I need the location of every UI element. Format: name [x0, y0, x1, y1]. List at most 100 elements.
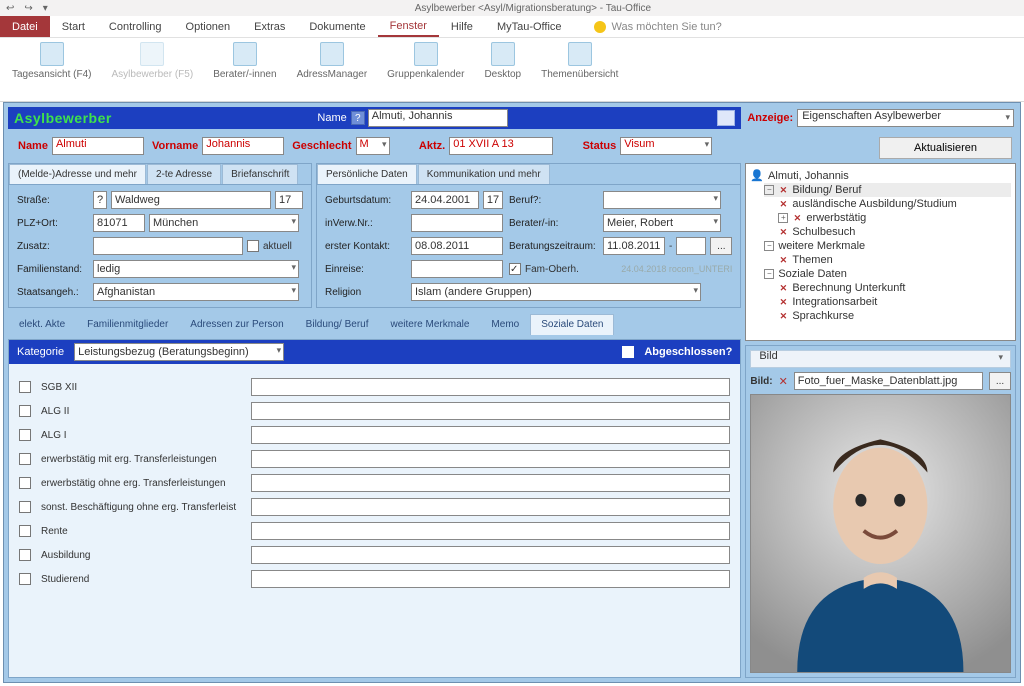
tab-start[interactable]: Start — [50, 16, 97, 37]
collapse-icon[interactable]: − — [764, 269, 774, 279]
ltab-3[interactable]: Bildung/ Beruf — [295, 314, 380, 335]
chk-famoberh[interactable]: ✓ — [509, 263, 521, 275]
expand-icon[interactable]: + — [778, 213, 788, 223]
pers-tab-1[interactable]: Kommunikation und mehr — [418, 164, 550, 184]
zeitraum-more-button[interactable]: ... — [710, 237, 732, 255]
rb-adressmanager[interactable]: AdressManager — [291, 42, 374, 97]
chk-item[interactable] — [19, 477, 31, 489]
field-zusatz[interactable] — [93, 237, 243, 255]
chk-item[interactable] — [19, 405, 31, 417]
note-field[interactable] — [251, 450, 730, 468]
rb-tagesansicht[interactable]: Tagesansicht (F4) — [6, 42, 97, 97]
pers-tab-0[interactable]: Persönliche Daten — [317, 164, 417, 184]
field-zeitraum-bis[interactable] — [676, 237, 706, 255]
ltab-4[interactable]: weitere Merkmale — [380, 314, 481, 335]
collapse-icon[interactable]: − — [764, 241, 774, 251]
ltab-0[interactable]: elekt. Akte — [8, 314, 76, 335]
ltab-6[interactable]: Soziale Daten — [530, 314, 614, 335]
rb-gruppenkalender[interactable]: Gruppenkalender — [381, 42, 470, 97]
clear-image-icon[interactable]: ✕ — [779, 375, 788, 388]
tab-optionen[interactable]: Optionen — [174, 16, 243, 37]
field-hausnr[interactable]: 17 — [275, 191, 303, 209]
field-bild-filename[interactable]: Foto_fuer_Maske_Datenblatt.jpg — [794, 372, 983, 390]
chk-item[interactable] — [19, 453, 31, 465]
lbl-beruf: Beruf?: — [509, 195, 597, 206]
search-placeholder: Was möchten Sie tun? — [612, 21, 722, 33]
field-status[interactable]: Visum — [620, 137, 712, 155]
note-field[interactable] — [251, 546, 730, 564]
note-field[interactable] — [251, 402, 730, 420]
note-field[interactable] — [251, 426, 730, 444]
header-name-value[interactable]: Almuti, Johannis — [368, 109, 508, 127]
strasse-help-icon[interactable]: ? — [93, 191, 107, 209]
chk-abgeschlossen[interactable] — [622, 346, 634, 358]
addr-tab-0[interactable]: (Melde-)Adresse und mehr — [9, 164, 146, 184]
addr-tab-1[interactable]: 2-te Adresse — [147, 164, 221, 184]
note-field[interactable] — [251, 378, 730, 396]
field-kategorie[interactable]: Leistungsbezug (Beratungsbeginn) — [74, 343, 284, 361]
field-plz[interactable]: 81071 — [93, 214, 145, 232]
note-field[interactable] — [251, 498, 730, 516]
note-field[interactable] — [251, 522, 730, 540]
chk-item[interactable] — [19, 429, 31, 441]
field-religion[interactable]: Islam (andere Gruppen) — [411, 283, 701, 301]
field-zeitraum-von[interactable]: 11.08.2011 — [603, 237, 665, 255]
tell-me-search[interactable]: Was möchten Sie tun? — [594, 16, 722, 37]
field-staat[interactable]: Afghanistan — [93, 283, 299, 301]
field-anzeige[interactable]: Eigenschaften Asylbewerber — [797, 109, 1014, 127]
collapse-icon[interactable]: − — [764, 185, 774, 195]
browse-image-button[interactable]: ... — [989, 372, 1011, 390]
rb-themenuebersicht[interactable]: Themenübersicht — [535, 42, 624, 97]
chk-aktuell[interactable] — [247, 240, 259, 252]
addr-tab-2[interactable]: Briefanschrift — [222, 164, 298, 184]
rb-desktop[interactable]: Desktop — [478, 42, 527, 97]
property-tree[interactable]: 👤Almuti, Johannis −✕Bildung/ Beruf ✕ausl… — [745, 163, 1016, 341]
upper-forms: (Melde-)Adresse und mehr 2-te Adresse Br… — [8, 163, 741, 308]
field-beruf[interactable] — [603, 191, 721, 209]
rb-asylbewerber[interactable]: Asylbewerber (F5) — [105, 42, 199, 97]
field-berater[interactable]: Meier, Robert — [603, 214, 721, 232]
note-field[interactable] — [251, 474, 730, 492]
tab-controlling[interactable]: Controlling — [97, 16, 174, 37]
field-aktz[interactable]: 01 XVII A 13 — [449, 137, 553, 155]
ltab-1[interactable]: Familienmitglieder — [76, 314, 179, 335]
field-vorname[interactable]: Johannis — [202, 137, 284, 155]
chk-item[interactable] — [19, 381, 31, 393]
tab-fenster[interactable]: Fenster — [378, 16, 439, 37]
rb-berater[interactable]: Berater/-innen — [207, 42, 282, 97]
field-inverw[interactable] — [411, 214, 503, 232]
chk-item[interactable] — [19, 549, 31, 561]
lbl-status: Status — [583, 140, 617, 152]
tab-hilfe[interactable]: Hilfe — [439, 16, 485, 37]
bild-panel-title[interactable]: Bild — [755, 350, 1006, 368]
undo-icon[interactable]: ↩ — [6, 3, 14, 14]
aktualisieren-button[interactable]: Aktualisieren — [879, 137, 1012, 159]
field-familienstand[interactable]: ledig — [93, 260, 299, 278]
tree-n3: −Soziale Daten — [764, 267, 1011, 281]
lbl-vorname: Vorname — [152, 140, 198, 152]
tab-dokumente[interactable]: Dokumente — [297, 16, 377, 37]
field-name[interactable]: Almuti — [52, 137, 144, 155]
ltab-2[interactable]: Adressen zur Person — [179, 314, 294, 335]
redo-icon[interactable]: ↪ — [24, 3, 32, 14]
ltab-5[interactable]: Memo — [480, 314, 530, 335]
chk-item[interactable] — [19, 501, 31, 513]
tree-n2: −weitere Merkmale — [764, 239, 1011, 253]
field-strasse[interactable]: Waldweg — [111, 191, 271, 209]
chk-item[interactable] — [19, 525, 31, 537]
window-title: Asylbewerber <Asyl/Migrationsberatung> -… — [48, 3, 1018, 14]
ribbon-body: Tagesansicht (F4) Asylbewerber (F5) Bera… — [0, 38, 1024, 102]
field-erster[interactable]: 08.08.2011 — [411, 237, 503, 255]
tab-datei[interactable]: Datei — [0, 16, 50, 37]
tab-mytau[interactable]: MyTau-Office — [485, 16, 574, 37]
field-ort[interactable]: München — [149, 214, 299, 232]
tab-extras[interactable]: Extras — [242, 16, 297, 37]
header-tool-icon[interactable] — [717, 110, 735, 126]
help-icon[interactable]: ? — [351, 111, 365, 125]
field-gebdat[interactable]: 24.04.2001 — [411, 191, 479, 209]
field-einreise[interactable] — [411, 260, 503, 278]
field-geschlecht[interactable]: M — [356, 137, 390, 155]
chk-item[interactable] — [19, 573, 31, 585]
note-field[interactable] — [251, 570, 730, 588]
tree-root: 👤Almuti, Johannis — [750, 168, 1011, 183]
